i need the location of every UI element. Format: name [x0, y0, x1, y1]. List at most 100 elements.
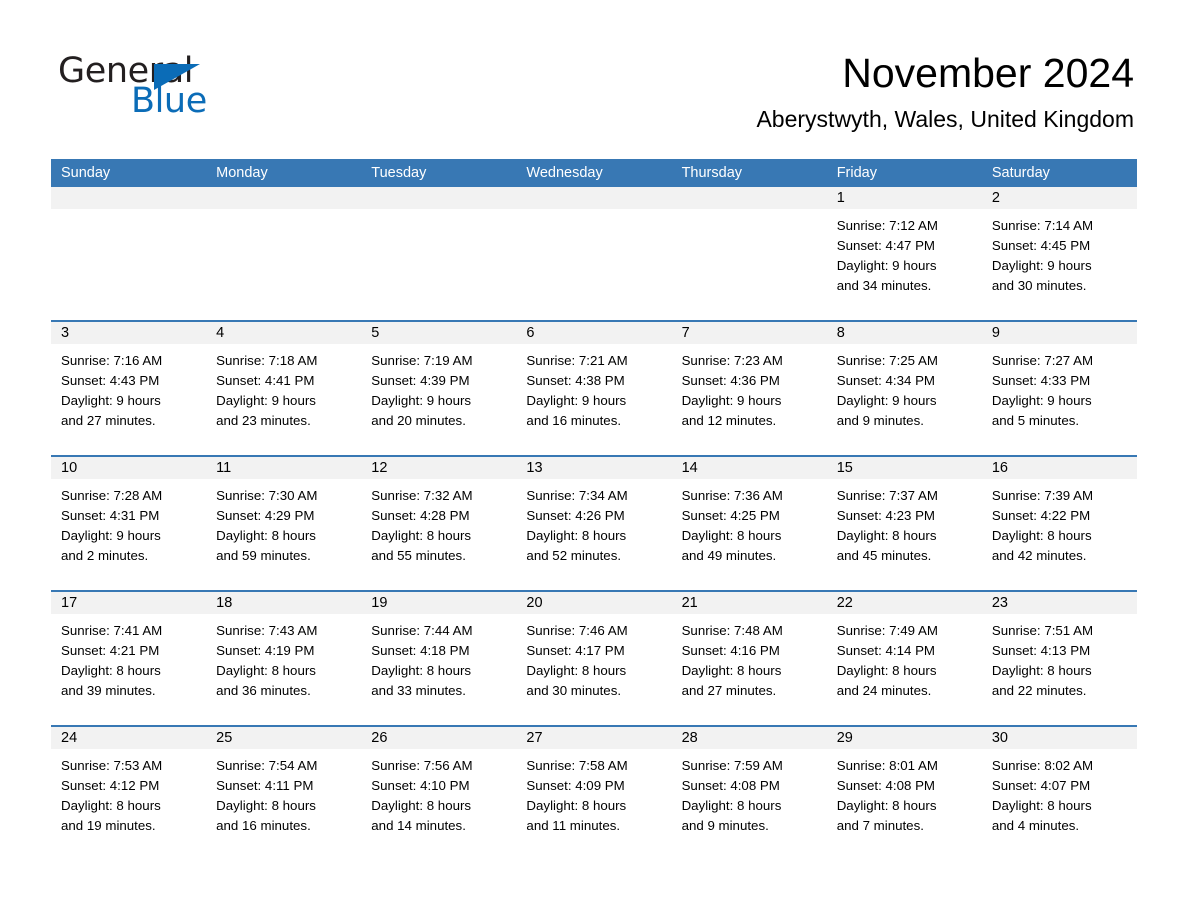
- calendar-day-cell[interactable]: 18 Sunrise: 7:43 AM Sunset: 4:19 PM Dayligh…: [206, 592, 362, 725]
- calendar-day-cell[interactable]: 15 Sunrise: 7:37 AM Sunset: 4:23 PM Dayligh…: [826, 457, 982, 590]
- weekday-header-row: Sunday Monday Tuesday Wednesday Thursday Frid…: [51, 159, 1137, 187]
- sunset-text: Sunset: 4:17 PM: [526, 643, 625, 658]
- daylight-text-line1: Daylight: 8 hours: [526, 663, 627, 678]
- calendar-day-cell[interactable]: 10 Sunrise: 7:28 AM Sunset: 4:31 PM Dayligh…: [51, 457, 207, 590]
- daylight-text-line1: Daylight: 8 hours: [991, 528, 1092, 543]
- daylight-text-line2: and 19 minutes.: [61, 818, 156, 833]
- weekday-header-wednesday: Wednesday: [526, 165, 603, 181]
- calendar-day-cell[interactable]: 1 Sunrise: 7:12 AM Sunset: 4:47 PM Daylight…: [826, 187, 982, 320]
- calendar-day-cell[interactable]: 22 Sunrise: 7:49 AM Sunset: 4:14 PM Dayligh…: [826, 592, 982, 725]
- sunset-text: Sunset: 4:39 PM: [371, 373, 470, 388]
- daylight-text-line1: Daylight: 9 hours: [61, 528, 161, 543]
- day-number: 10: [51, 457, 207, 479]
- calendar-day-cell[interactable]: 12 Sunrise: 7:32 AM Sunset: 4:28 PM Dayligh…: [361, 457, 517, 590]
- weekday-header-tuesday: Tuesday: [371, 165, 427, 181]
- calendar-day-cell[interactable]: 16 Sunrise: 7:39 AM Sunset: 4:22 PM Dayligh…: [981, 457, 1137, 590]
- sunset-text: Sunset: 4:33 PM: [991, 373, 1091, 388]
- day-number: 13: [516, 457, 672, 479]
- sunrise-text: Sunrise: 7:28 AM: [61, 488, 163, 503]
- day-number: 19: [361, 592, 517, 614]
- location-subtitle: Aberystwyth, Wales, United Kingdom: [756, 106, 1134, 132]
- calendar-day-cell[interactable]: 19 Sunrise: 7:44 AM Sunset: 4:18 PM Dayligh…: [361, 592, 517, 725]
- calendar-week-row: 10 Sunrise: 7:28 AM Sunset: 4:31 PM Dayligh…: [51, 455, 1137, 590]
- calendar-cell-empty: [361, 187, 517, 320]
- daylight-text-line2: and 55 minutes.: [371, 548, 466, 563]
- calendar-day-cell[interactable]: 14 Sunrise: 7:36 AM Sunset: 4:25 PM Dayligh…: [671, 457, 827, 590]
- page-header: General Blue November 2024 Aberystwyth, …: [0, 0, 1188, 150]
- sunset-text: Sunset: 4:12 PM: [61, 778, 160, 793]
- day-details: Sunrise: 7:44 AM Sunset: 4:18 PM Daylight:…: [361, 614, 516, 701]
- general-blue-logo[interactable]: General Blue: [58, 52, 318, 132]
- daylight-text-line1: Daylight: 8 hours: [991, 663, 1092, 678]
- day-details: Sunrise: 7:51 AM Sunset: 4:13 PM Daylight:…: [982, 614, 1137, 701]
- day-details: Sunrise: 7:36 AM Sunset: 4:25 PM Daylight:…: [672, 479, 827, 566]
- sunrise-text: Sunrise: 7:49 AM: [836, 623, 938, 638]
- daylight-text-line1: Daylight: 8 hours: [216, 663, 316, 678]
- daylight-text-line2: and 4 minutes.: [991, 818, 1080, 833]
- calendar-day-cell[interactable]: 20 Sunrise: 7:46 AM Sunset: 4:17 PM Dayligh…: [516, 592, 672, 725]
- calendar-day-cell[interactable]: 27 Sunrise: 7:58 AM Sunset: 4:09 PM Dayligh…: [516, 727, 672, 860]
- sunset-text: Sunset: 4:43 PM: [61, 373, 160, 388]
- day-details: Sunrise: 7:32 AM Sunset: 4:28 PM Daylight:…: [361, 479, 516, 566]
- calendar-day-cell[interactable]: 6 Sunrise: 7:21 AM Sunset: 4:38 PM Daylight…: [516, 322, 672, 455]
- sunset-text: Sunset: 4:21 PM: [61, 643, 160, 658]
- daylight-text-line1: Daylight: 8 hours: [836, 528, 937, 543]
- sunrise-text: Sunrise: 7:14 AM: [991, 218, 1094, 233]
- sunset-text: Sunset: 4:16 PM: [681, 643, 780, 658]
- calendar-day-cell[interactable]: 9 Sunrise: 7:27 AM Sunset: 4:33 PM Daylight…: [981, 322, 1137, 455]
- daylight-text-line1: Daylight: 8 hours: [526, 798, 627, 813]
- sunset-text: Sunset: 4:14 PM: [836, 643, 936, 658]
- daylight-text-line2: and 36 minutes.: [216, 683, 311, 698]
- sunrise-text: Sunrise: 7:19 AM: [371, 353, 473, 368]
- sunrise-text: Sunrise: 7:30 AM: [216, 488, 318, 503]
- day-number: 29: [826, 727, 982, 749]
- calendar-day-cell[interactable]: 26 Sunrise: 7:56 AM Sunset: 4:10 PM Dayligh…: [361, 727, 517, 860]
- sunset-text: Sunset: 4:19 PM: [216, 643, 315, 658]
- calendar-day-cell[interactable]: 11 Sunrise: 7:30 AM Sunset: 4:29 PM Dayligh…: [206, 457, 362, 590]
- day-number: 20: [516, 592, 672, 614]
- day-number: 21: [671, 592, 827, 614]
- daylight-text-line1: Daylight: 8 hours: [681, 798, 782, 813]
- calendar-day-cell[interactable]: 25 Sunrise: 7:54 AM Sunset: 4:11 PM Dayligh…: [206, 727, 362, 860]
- calendar-day-cell[interactable]: 5 Sunrise: 7:19 AM Sunset: 4:39 PM Daylight…: [361, 322, 517, 455]
- sunset-text: Sunset: 4:38 PM: [526, 373, 625, 388]
- calendar-day-cell[interactable]: 21 Sunrise: 7:48 AM Sunset: 4:16 PM Dayligh…: [671, 592, 827, 725]
- sunrise-text: Sunrise: 7:51 AM: [991, 623, 1094, 638]
- calendar-page: General Blue November 2024 Aberystwyth, …: [0, 0, 1188, 918]
- day-number: 5: [361, 322, 517, 344]
- calendar-day-cell[interactable]: 30 Sunrise: 8:02 AM Sunset: 4:07 PM Dayligh…: [981, 727, 1137, 860]
- day-number: [51, 187, 207, 209]
- day-details: Sunrise: 7:30 AM Sunset: 4:29 PM Daylight:…: [206, 479, 361, 566]
- weekday-header-sunday: Sunday: [61, 165, 111, 181]
- calendar-day-cell[interactable]: 2 Sunrise: 7:14 AM Sunset: 4:45 PM Daylight…: [981, 187, 1137, 320]
- calendar-day-cell[interactable]: 7 Sunrise: 7:23 AM Sunset: 4:36 PM Daylight…: [671, 322, 827, 455]
- day-details: Sunrise: 7:46 AM Sunset: 4:17 PM Daylight:…: [516, 614, 671, 701]
- day-number: 28: [671, 727, 827, 749]
- daylight-text-line1: Daylight: 8 hours: [216, 528, 316, 543]
- daylight-text-line2: and 20 minutes.: [371, 413, 466, 428]
- calendar-day-cell[interactable]: 24 Sunrise: 7:53 AM Sunset: 4:12 PM Dayligh…: [51, 727, 207, 860]
- weekday-header-monday: Monday: [216, 165, 268, 181]
- day-number: [361, 187, 517, 209]
- day-details: Sunrise: 7:12 AM Sunset: 4:47 PM Daylight:…: [827, 209, 982, 296]
- day-number: 23: [981, 592, 1137, 614]
- daylight-text-line2: and 7 minutes.: [836, 818, 924, 833]
- sunrise-text: Sunrise: 7:25 AM: [836, 353, 938, 368]
- calendar-day-cell[interactable]: 8 Sunrise: 7:25 AM Sunset: 4:34 PM Daylight…: [826, 322, 982, 455]
- daylight-text-line2: and 45 minutes.: [836, 548, 932, 563]
- sunrise-text: Sunrise: 7:44 AM: [371, 623, 473, 638]
- calendar-day-cell[interactable]: 17 Sunrise: 7:41 AM Sunset: 4:21 PM Dayligh…: [51, 592, 207, 725]
- calendar-day-cell[interactable]: 4 Sunrise: 7:18 AM Sunset: 4:41 PM Daylight…: [206, 322, 362, 455]
- sunset-text: Sunset: 4:09 PM: [526, 778, 625, 793]
- sunrise-text: Sunrise: 7:54 AM: [216, 758, 318, 773]
- daylight-text-line2: and 42 minutes.: [991, 548, 1087, 563]
- calendar-day-cell[interactable]: 23 Sunrise: 7:51 AM Sunset: 4:13 PM Dayligh…: [981, 592, 1137, 725]
- calendar-day-cell[interactable]: 29 Sunrise: 8:01 AM Sunset: 4:08 PM Dayligh…: [826, 727, 982, 860]
- calendar-day-cell[interactable]: 3 Sunrise: 7:16 AM Sunset: 4:43 PM Daylight…: [51, 322, 207, 455]
- daylight-text-line1: Daylight: 8 hours: [991, 798, 1092, 813]
- sunrise-text: Sunrise: 7:48 AM: [681, 623, 783, 638]
- daylight-text-line2: and 52 minutes.: [526, 548, 622, 563]
- sunrise-text: Sunrise: 7:37 AM: [836, 488, 938, 503]
- calendar-day-cell[interactable]: 28 Sunrise: 7:59 AM Sunset: 4:08 PM Dayligh…: [671, 727, 827, 860]
- calendar-day-cell[interactable]: 13 Sunrise: 7:34 AM Sunset: 4:26 PM Dayligh…: [516, 457, 672, 590]
